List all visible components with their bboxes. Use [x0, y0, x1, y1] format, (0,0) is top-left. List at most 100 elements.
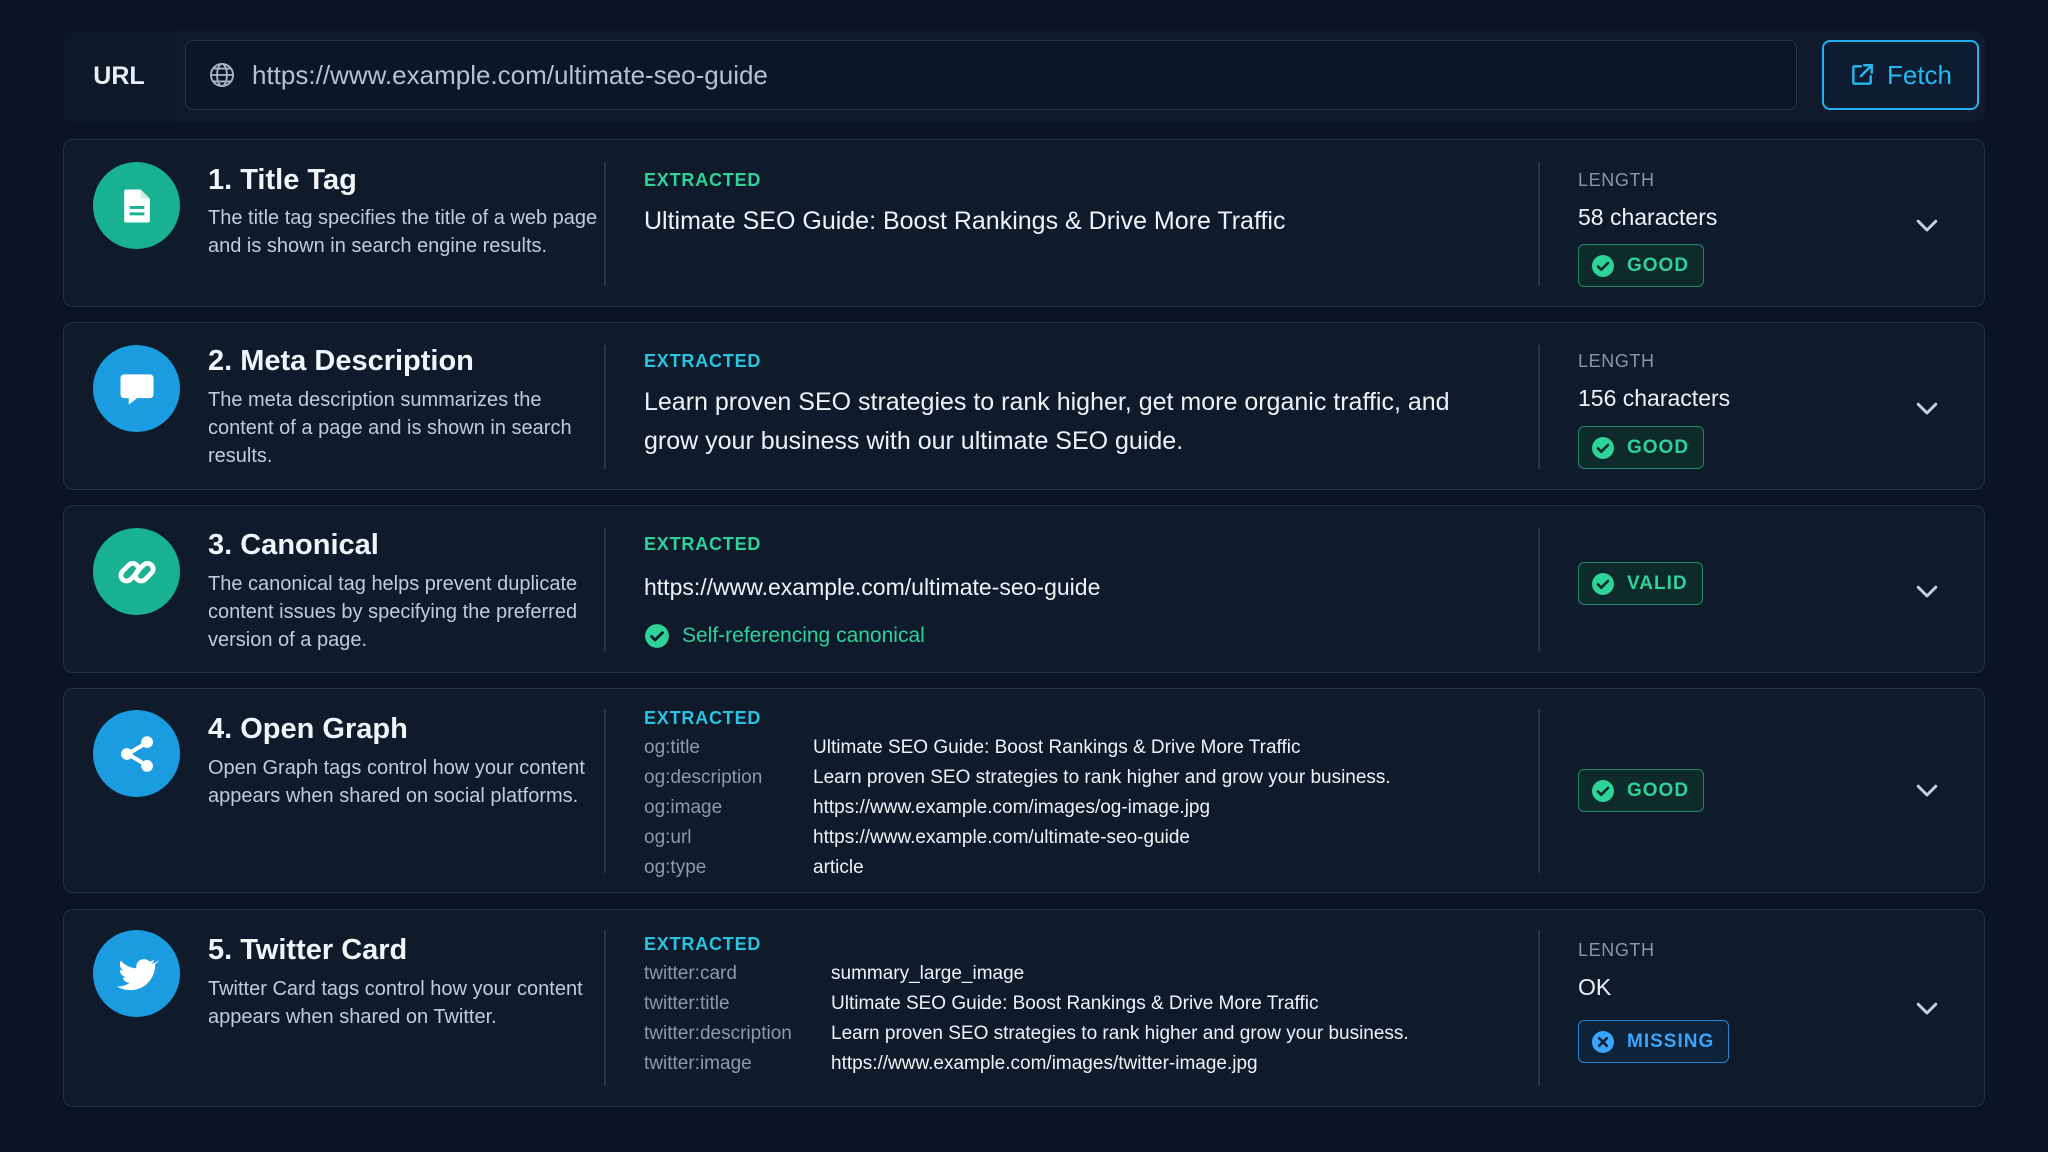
card-description: The meta description summarizes the cont… — [208, 389, 572, 467]
extracted-label: EXTRACTED — [644, 170, 762, 190]
og-key: og:title — [644, 737, 700, 758]
link-icon — [117, 560, 156, 583]
meta-description-icon-circle — [93, 345, 180, 432]
card-description: The title tag specifies the title of a w… — [208, 207, 598, 257]
twitter-row: twitter:title Ultimate SEO Guide: Boost R… — [644, 993, 1319, 1015]
twitter-key: twitter:title — [644, 993, 730, 1014]
og-value: https://www.example.com/images/og-image.… — [813, 797, 1211, 818]
chevron-down-icon — [1916, 219, 1938, 232]
card-title: 2. Meta Description — [208, 345, 474, 377]
divider — [1538, 930, 1540, 1086]
card-open-graph: 4. Open Graph Open Graph tags control ho… — [63, 688, 1985, 893]
x-circle-icon — [1592, 1030, 1614, 1053]
expand-chevron-button[interactable] — [1912, 775, 1942, 805]
length-value: OK — [1578, 974, 1612, 1000]
self-referencing-text: Self-referencing canonical — [682, 624, 925, 647]
card-twitter-card: 5. Twitter Card Twitter Card tags contro… — [63, 909, 1985, 1107]
og-row: og:image https://www.example.com/images/o… — [644, 797, 1210, 819]
card-title: 1. Title Tag — [208, 164, 357, 196]
card-description: The canonical tag helps prevent duplicat… — [208, 573, 578, 651]
twitter-row: twitter:description Learn proven SEO stra… — [644, 1023, 1409, 1045]
badge-label: MISSING — [1627, 1030, 1715, 1052]
twitter-key: twitter:card — [644, 963, 737, 984]
extracted-text: https://www.example.com/ultimate-seo-gui… — [644, 574, 1101, 600]
length-label: LENGTH — [1578, 940, 1655, 960]
divider — [1538, 162, 1540, 286]
og-key: og:image — [644, 797, 723, 818]
expand-chevron-button[interactable] — [1912, 210, 1942, 240]
url-value: https://www.example.com/ultimate-seo-gui… — [252, 59, 768, 90]
og-value: https://www.example.com/ultimate-seo-gui… — [813, 827, 1190, 848]
extracted-label: EXTRACTED — [644, 351, 762, 371]
expand-chevron-button[interactable] — [1912, 993, 1942, 1023]
extracted-text: Ultimate SEO Guide: Boost Rankings & Dri… — [644, 207, 1286, 235]
status-badge: GOOD — [1578, 426, 1705, 469]
twitter-bird-icon — [116, 958, 159, 990]
url-input[interactable]: https://www.example.com/ultimate-seo-gui… — [185, 40, 1797, 110]
fetch-label: Fetch — [1886, 59, 1953, 90]
check-circle-icon — [645, 624, 669, 648]
twitter-row: twitter:card summary_large_image — [644, 963, 1024, 985]
card-description: Open Graph tags control how your content… — [208, 757, 585, 807]
card-meta-description: 2. Meta Description The meta description… — [63, 322, 1985, 490]
external-link-icon — [1852, 64, 1873, 85]
length-label: LENGTH — [1578, 351, 1655, 371]
card-title: 3. Canonical — [208, 529, 379, 561]
card-canonical: 3. Canonical The canonical tag helps pre… — [63, 505, 1985, 673]
check-circle-icon — [1592, 436, 1614, 459]
card-title: 4. Open Graph — [208, 713, 408, 745]
divider — [1538, 345, 1540, 469]
document-icon — [123, 189, 150, 222]
twitter-value: summary_large_image — [831, 963, 1025, 984]
length-value: 156 characters — [1578, 385, 1731, 411]
expand-chevron-button[interactable] — [1912, 576, 1942, 606]
divider — [1538, 528, 1540, 652]
divider — [604, 709, 606, 873]
badge-label: GOOD — [1627, 436, 1690, 458]
twitter-row: twitter:image https://www.example.com/ima… — [644, 1053, 1258, 1075]
fetch-button[interactable]: Fetch — [1822, 40, 1979, 110]
status-badge: GOOD — [1578, 769, 1705, 812]
badge-label: VALID — [1627, 572, 1688, 594]
og-key: og:description — [644, 767, 763, 788]
divider — [1538, 709, 1540, 873]
chevron-down-icon — [1916, 402, 1938, 415]
check-circle-icon — [1592, 254, 1614, 277]
og-value: Ultimate SEO Guide: Boost Rankings & Dri… — [813, 737, 1301, 758]
chevron-down-icon — [1916, 784, 1938, 797]
extracted-text: Learn proven SEO strategies to rank high… — [644, 388, 1450, 455]
og-row: og:url https://www.example.com/ultimate-s… — [644, 827, 1190, 849]
card-description: Twitter Card tags control how your conte… — [208, 978, 583, 1028]
title-tag-icon-circle — [93, 162, 180, 249]
check-circle-icon — [1592, 779, 1614, 802]
divider — [604, 345, 606, 469]
status-badge: VALID — [1578, 562, 1703, 605]
canonical-icon-circle — [93, 528, 180, 615]
badge-label: GOOD — [1627, 779, 1690, 801]
card-title: 5. Twitter Card — [208, 934, 408, 966]
divider — [604, 162, 606, 286]
twitter-card-icon-circle — [93, 930, 180, 1017]
status-badge: GOOD — [1578, 244, 1705, 287]
card-title-tag: 1. Title Tag The title tag specifies the… — [63, 139, 1985, 307]
chevron-down-icon — [1916, 1002, 1938, 1015]
url-label: URL — [63, 31, 175, 122]
twitter-value: Ultimate SEO Guide: Boost Rankings & Dri… — [831, 993, 1319, 1014]
share-icon — [120, 735, 153, 772]
divider — [604, 930, 606, 1086]
open-graph-icon-circle — [93, 710, 180, 797]
twitter-value: https://www.example.com/images/twitter-i… — [831, 1053, 1258, 1074]
divider — [604, 528, 606, 652]
og-key: og:url — [644, 827, 692, 848]
chevron-down-icon — [1916, 585, 1938, 598]
expand-chevron-button[interactable] — [1912, 393, 1942, 423]
og-key: og:type — [644, 857, 707, 878]
check-circle-icon — [1592, 572, 1614, 595]
status-badge: MISSING — [1578, 1020, 1730, 1063]
globe-icon — [209, 62, 235, 88]
twitter-value: Learn proven SEO strategies to rank high… — [831, 1023, 1409, 1044]
extracted-label: EXTRACTED — [644, 534, 762, 554]
og-value: article — [813, 857, 864, 878]
og-value: Learn proven SEO strategies to rank high… — [813, 767, 1391, 788]
badge-label: GOOD — [1627, 254, 1690, 276]
